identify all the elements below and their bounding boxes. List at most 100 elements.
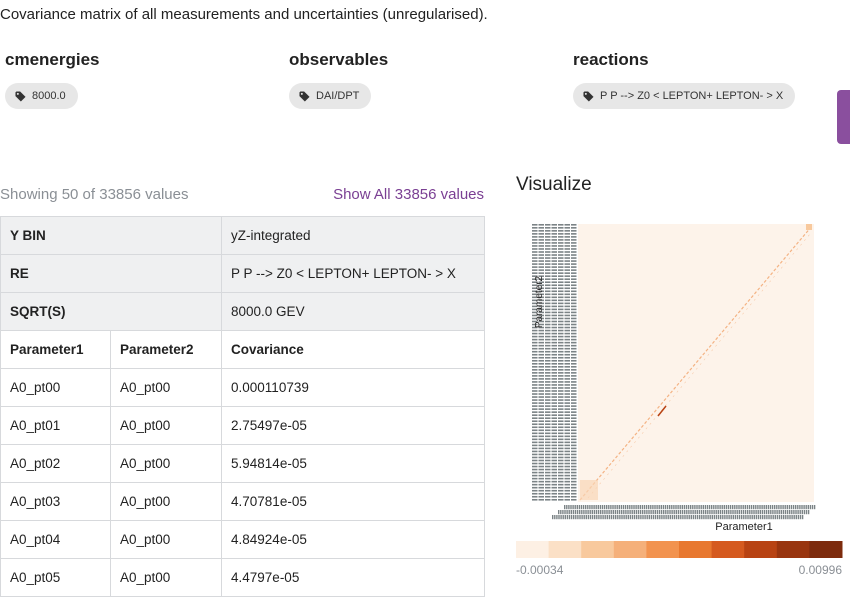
x-tick-label <box>757 510 759 515</box>
show-all-values-link[interactable]: Show All 33856 values <box>333 186 484 203</box>
y-tick-label <box>532 236 538 238</box>
x-tick-label <box>761 510 764 515</box>
x-tick-label <box>784 510 787 515</box>
x-tick-label <box>723 505 725 510</box>
y-tick-label <box>558 278 564 280</box>
x-tick-label <box>675 510 677 515</box>
x-tick-label <box>574 510 577 515</box>
x-tick-label <box>552 515 554 520</box>
x-tick-label <box>782 510 785 515</box>
x-tick-label <box>774 515 776 520</box>
y-tick-label <box>558 423 564 426</box>
y-tick-label <box>532 272 538 274</box>
data-table: Y BIN yZ-integrated RE P P --> Z0 < LEPT… <box>0 216 486 597</box>
y-tick-label <box>571 486 577 489</box>
y-tick-label <box>532 438 538 441</box>
y-tick-label <box>564 393 570 395</box>
x-tick-label <box>807 505 809 510</box>
x-tick-label <box>784 505 786 510</box>
y-tick-label <box>532 341 538 344</box>
y-tick-label <box>564 299 570 302</box>
x-tick-label <box>776 505 778 510</box>
x-tick-label <box>566 505 568 510</box>
y-tick-label <box>551 284 557 287</box>
y-tick-label <box>564 359 570 362</box>
y-tick-label <box>532 257 538 259</box>
keyword-pill-reactions[interactable]: P P --> Z0 < LEPTON+ LEPTON- > X <box>573 83 796 109</box>
y-tick-label <box>545 498 551 501</box>
x-tick-label <box>749 515 751 520</box>
y-tick-label <box>532 426 538 429</box>
y-tick-label <box>571 384 577 386</box>
y-tick-label <box>532 411 538 413</box>
y-tick-label <box>558 347 564 350</box>
x-tick-label <box>724 515 726 520</box>
side-panel-tab[interactable] <box>837 90 850 144</box>
y-tick-label <box>558 492 564 495</box>
y-tick-label <box>551 486 557 489</box>
y-tick-label <box>551 269 557 271</box>
y-tick-label <box>545 233 551 235</box>
y-tick-label <box>545 299 551 302</box>
y-tick-label <box>538 269 544 271</box>
y-tick-label <box>532 396 538 398</box>
y-tick-label <box>551 257 557 259</box>
x-tick-label <box>701 515 703 520</box>
x-tick-label <box>759 505 761 510</box>
y-tick-label <box>545 441 551 444</box>
y-tick-label <box>538 471 544 474</box>
y-tick-label <box>545 447 551 450</box>
x-tick-label <box>692 510 694 515</box>
tag-icon <box>299 90 310 102</box>
table-cell: A0_pt01 <box>0 406 111 445</box>
covariance-heatmap[interactable]: Parameter2 Parameter1 <box>516 216 850 564</box>
x-tick-label <box>776 515 779 520</box>
y-tick-label <box>545 353 551 356</box>
x-tick-label <box>698 510 701 515</box>
x-tick-label <box>619 515 621 520</box>
y-tick-label <box>564 356 570 359</box>
y-tick-label <box>532 429 538 432</box>
y-tick-label <box>564 242 570 244</box>
x-tick-label <box>648 515 650 520</box>
x-tick-label <box>659 515 661 520</box>
y-tick-label <box>545 242 551 244</box>
x-tick-label <box>587 505 589 510</box>
y-tick-label <box>551 266 557 268</box>
x-tick-label <box>688 515 690 520</box>
keyword-pill-observables[interactable]: DAI/DPT <box>289 83 372 109</box>
x-tick-label <box>750 505 753 510</box>
y-tick-label <box>558 299 564 302</box>
x-tick-label <box>746 505 749 510</box>
x-tick-label <box>566 515 569 520</box>
y-tick-label <box>551 495 557 498</box>
x-tick-label <box>570 505 572 510</box>
x-tick-label <box>772 510 774 515</box>
x-tick-label <box>627 505 629 510</box>
y-tick-label <box>564 305 570 308</box>
y-tick-label <box>545 417 551 419</box>
x-tick-label <box>576 510 579 515</box>
x-tick-label <box>679 505 681 510</box>
x-tick-label <box>791 510 793 515</box>
y-tick-label <box>564 254 570 256</box>
y-tick-label <box>538 257 544 259</box>
x-tick-label <box>711 510 713 515</box>
y-tick-label <box>532 474 538 477</box>
y-tick-label <box>551 402 557 404</box>
y-tick-label <box>551 474 557 477</box>
y-tick-label <box>545 239 551 241</box>
y-tick-label <box>532 432 538 435</box>
y-tick-label <box>538 332 544 335</box>
x-tick-label <box>585 515 587 520</box>
y-tick-label <box>532 447 538 450</box>
y-tick-label <box>558 426 564 429</box>
x-tick-label <box>558 510 560 515</box>
y-tick-label <box>545 459 551 462</box>
x-tick-label <box>709 515 711 520</box>
y-tick-label <box>558 293 564 296</box>
x-tick-label <box>789 515 791 520</box>
y-tick-label <box>564 447 570 450</box>
x-tick-label <box>728 515 730 520</box>
keyword-pill-cmenergies[interactable]: 8000.0 <box>5 83 78 109</box>
